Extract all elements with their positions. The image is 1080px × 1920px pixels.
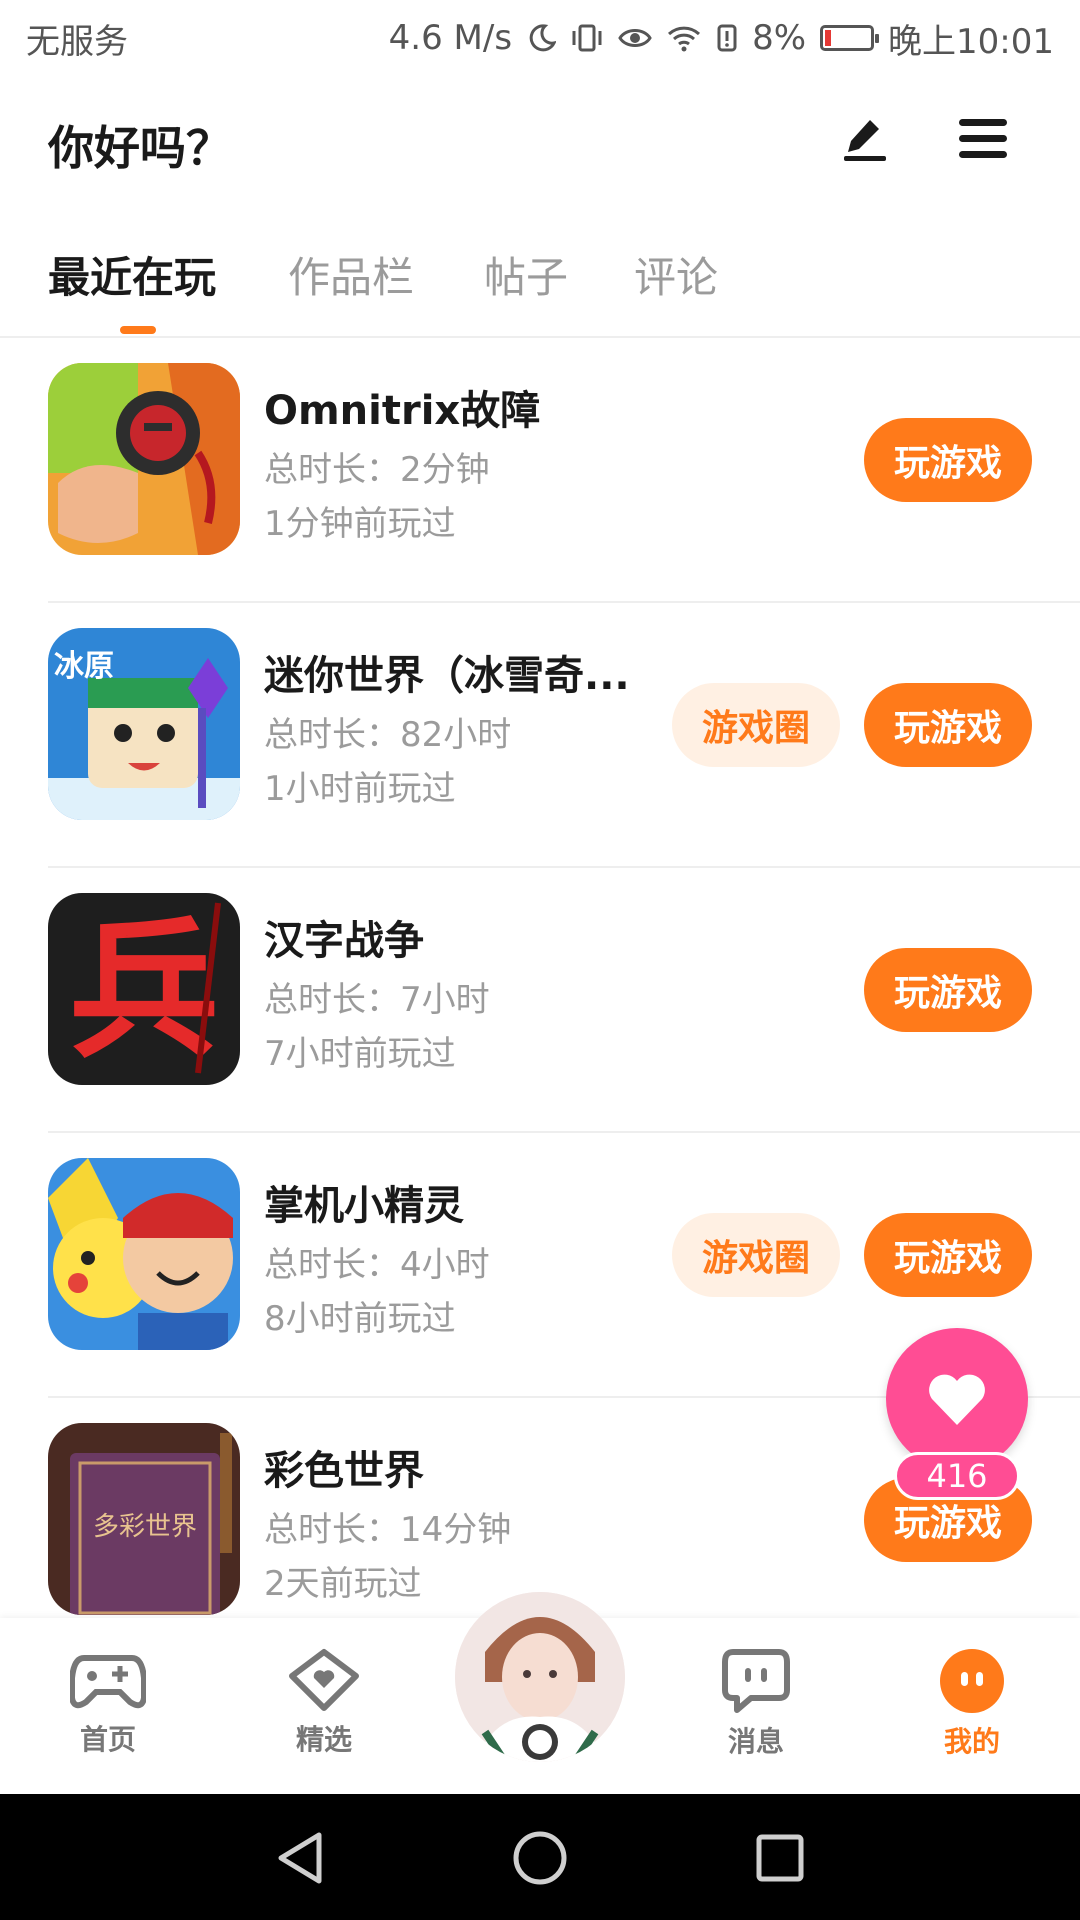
- game-duration: 总时长：7小时: [264, 980, 490, 1020]
- tab-recent[interactable]: 最近在玩: [48, 244, 216, 305]
- nav-featured[interactable]: 精选: [254, 1648, 394, 1758]
- game-icon: 兵: [48, 893, 240, 1085]
- status-right: 4.6 M/s 8% 晚上10:01: [389, 14, 1054, 63]
- nav-messages[interactable]: 消息: [686, 1648, 826, 1760]
- like-button[interactable]: [886, 1328, 1028, 1470]
- battery-alert-icon: [716, 23, 738, 53]
- game-last-played: 8小时前玩过: [264, 1299, 456, 1339]
- game-name: Omnitrix故障: [264, 388, 541, 434]
- game-duration: 总时长：4小时: [264, 1245, 490, 1285]
- like-count-badge: 416: [894, 1452, 1020, 1500]
- battery-percent: 8%: [752, 18, 807, 58]
- list-item[interactable]: Omnitrix故障 总时长：2分钟 1分钟前玩过 玩游戏: [0, 338, 1080, 603]
- nav-label: 精选: [295, 1723, 352, 1756]
- clock: 晚上10:01: [888, 21, 1054, 62]
- game-name: 掌机小精灵: [264, 1183, 464, 1229]
- home-circle-icon: [513, 1831, 567, 1885]
- game-name: 迷你世界（冰雪奇...: [264, 653, 630, 699]
- back-button[interactable]: [268, 1826, 332, 1890]
- nav-label: 我的: [943, 1725, 1000, 1758]
- recents-square-icon: [756, 1834, 804, 1882]
- back-triangle-icon: [278, 1832, 322, 1884]
- game-duration: 总时长：82小时: [264, 715, 512, 755]
- game-last-played: 1小时前玩过: [264, 769, 456, 809]
- game-circle-button[interactable]: 游戏圈: [672, 683, 840, 767]
- list-item[interactable]: 冰原 迷你世界（冰雪奇... 总时长：82小时 1小时前玩过 游戏圈 玩游戏: [0, 603, 1080, 868]
- menu-icon: [959, 119, 1007, 158]
- pen-icon: [844, 120, 886, 161]
- game-icon: [48, 1158, 240, 1350]
- game-icon-label: 冰原: [54, 649, 114, 684]
- eye-icon: [618, 25, 652, 51]
- game-icon-label: 多彩世界: [93, 1512, 197, 1542]
- nav-home[interactable]: 首页: [38, 1648, 178, 1758]
- game-icon: 冰原: [48, 628, 240, 820]
- menu-button[interactable]: [948, 104, 1018, 174]
- gamepad-icon: [70, 1655, 146, 1709]
- wifi-icon: [666, 24, 702, 52]
- game-icon: [48, 363, 240, 555]
- battery-icon: [820, 25, 880, 51]
- nav-label: 首页: [79, 1723, 136, 1756]
- chat-icon: [722, 1649, 790, 1713]
- game-icon: 多彩世界: [48, 1423, 240, 1615]
- status-bar: 无服务 4.6 M/s 8% 晚上10:01: [0, 0, 1080, 76]
- game-icon-label: 兵: [69, 905, 219, 1079]
- heart-icon: [929, 1374, 985, 1425]
- play-game-button[interactable]: 玩游戏: [864, 948, 1032, 1032]
- game-duration: 总时长：2分钟: [264, 450, 490, 490]
- play-game-button[interactable]: 玩游戏: [864, 683, 1032, 767]
- system-nav-bar: [0, 1794, 1080, 1920]
- vibrate-icon: [570, 23, 604, 53]
- app-header: 你好吗？: [0, 76, 1080, 204]
- heart-badge-icon: [289, 1649, 359, 1711]
- nav-label: 消息: [727, 1725, 784, 1758]
- moon-icon: [526, 23, 557, 53]
- avatar[interactable]: [455, 1592, 625, 1762]
- recents-button[interactable]: [748, 1826, 812, 1890]
- edit-button[interactable]: [830, 104, 900, 174]
- nav-me[interactable]: 我的: [902, 1648, 1042, 1760]
- network-speed: 4.6 M/s: [388, 18, 513, 58]
- game-circle-button[interactable]: 游戏圈: [672, 1213, 840, 1297]
- tab-comments[interactable]: 评论: [634, 244, 718, 305]
- home-button[interactable]: [508, 1826, 572, 1890]
- game-name: 汉字战争: [264, 918, 424, 964]
- game-last-played: 2天前玩过: [264, 1564, 422, 1604]
- list-item[interactable]: 兵 汉字战争 总时长：7小时 7小时前玩过 玩游戏: [0, 868, 1080, 1133]
- page-title: 你好吗？: [48, 121, 232, 175]
- game-last-played: 7小时前玩过: [264, 1034, 456, 1074]
- profile-tabs: 最近在玩 作品栏 帖子 评论: [0, 230, 1080, 338]
- active-tab-indicator: [120, 326, 156, 334]
- play-game-button[interactable]: 玩游戏: [864, 418, 1032, 502]
- play-game-button[interactable]: 玩游戏: [864, 1213, 1032, 1297]
- carrier-label: 无服务: [26, 21, 128, 62]
- game-name: 彩色世界: [264, 1448, 424, 1494]
- game-last-played: 1分钟前玩过: [264, 504, 456, 544]
- tab-works[interactable]: 作品栏: [288, 244, 414, 305]
- tab-posts[interactable]: 帖子: [484, 244, 568, 305]
- game-duration: 总时长：14分钟: [264, 1510, 512, 1550]
- face-icon: [940, 1649, 1004, 1713]
